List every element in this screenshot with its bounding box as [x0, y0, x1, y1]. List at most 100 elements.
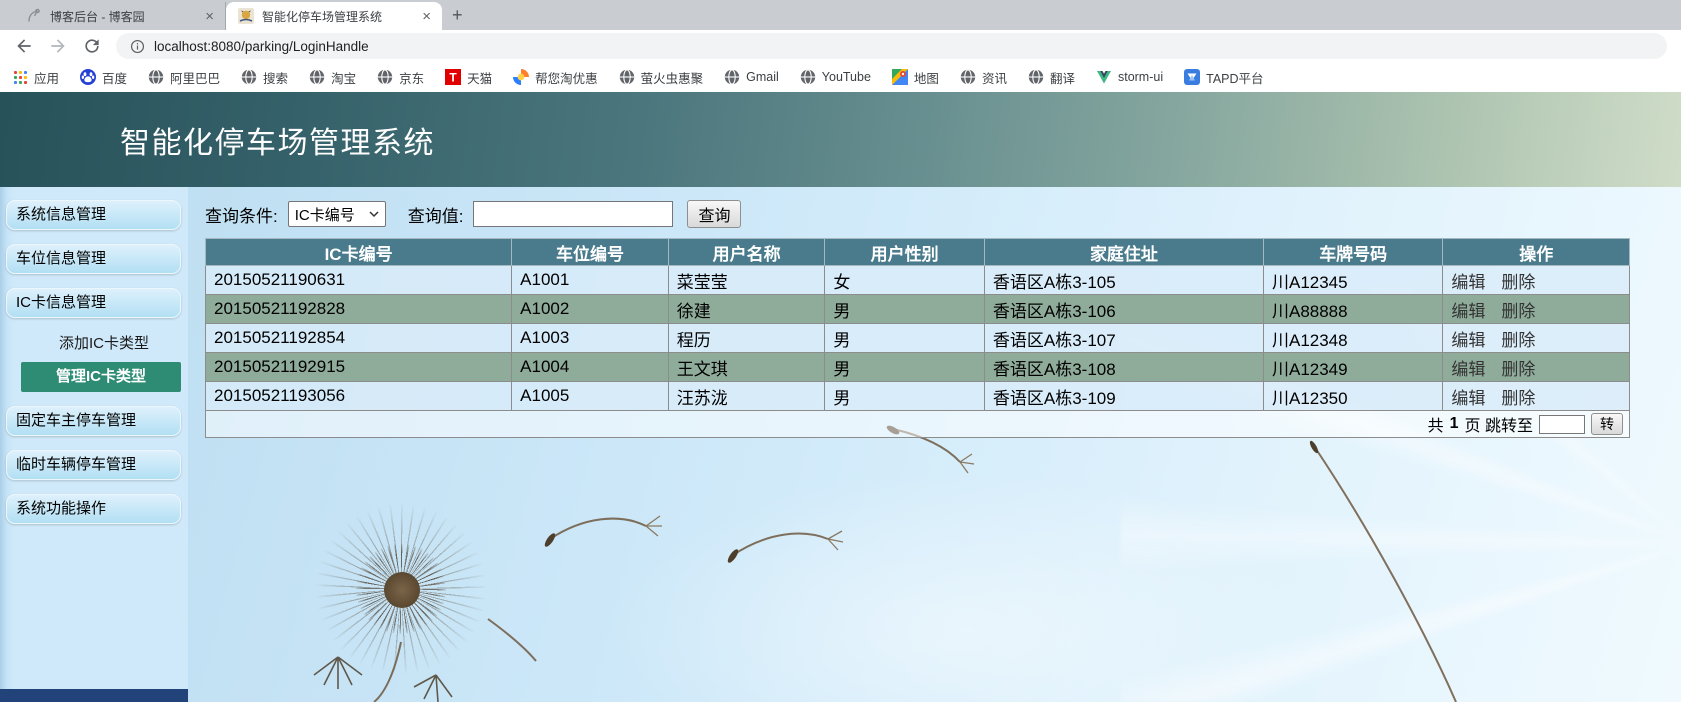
sidebar-item-5[interactable]: 管理IC卡类型	[21, 362, 181, 392]
sidebar-item-3[interactable]: IC卡信息管理	[6, 288, 181, 318]
cell-gender: 男	[824, 381, 985, 411]
sidebar-item-2[interactable]: 车位信息管理	[6, 244, 181, 274]
cell-ic-card: 20150521190631	[204, 265, 513, 295]
page-jump-input[interactable]	[1539, 414, 1585, 434]
globe-icon	[1028, 69, 1044, 85]
bookmark-item[interactable]: T 天猫	[445, 68, 492, 87]
sidebar-item-1[interactable]: 系统信息管理	[6, 200, 181, 230]
column-header-gender: 用户性别	[824, 238, 985, 266]
bookmark-item[interactable]: 京东	[377, 68, 424, 87]
cell-gender: 男	[824, 294, 985, 324]
bookmark-item[interactable]: YouTube	[800, 69, 871, 85]
cell-plate: 川A12350	[1262, 381, 1444, 411]
delete-link[interactable]: 删除	[1501, 273, 1535, 292]
page-count: 1	[1449, 415, 1459, 432]
search-button[interactable]: 查询	[687, 200, 742, 228]
bookmark-item[interactable]: Gmail	[724, 69, 779, 85]
info-icon[interactable]	[130, 39, 145, 54]
sidebar-item-8[interactable]: 系统功能操作	[6, 494, 181, 524]
cell-address: 香语区A栋3-108	[983, 352, 1264, 382]
baidu-icon	[80, 69, 97, 85]
bookmark-item[interactable]: storm-ui	[1096, 69, 1163, 85]
cell-user: 菜莹莹	[667, 265, 826, 295]
delete-link[interactable]: 删除	[1501, 389, 1535, 408]
bookmark-label: 帮您淘优惠	[535, 71, 598, 86]
page-content: 系统信息管理 车位信息管理 IC卡信息管理添加IC卡类型管理IC卡类型固定车主停车管…	[0, 187, 1681, 702]
bookmark-item[interactable]: 阿里巴巴	[148, 68, 220, 87]
forward-icon[interactable]	[48, 36, 68, 56]
globe-icon	[148, 69, 164, 85]
bookmark-item[interactable]: 百度	[80, 68, 127, 87]
bookmark-item[interactable]: 搜索	[241, 68, 288, 87]
vue-icon	[1096, 69, 1112, 85]
bookmark-label: 天猫	[467, 71, 493, 86]
back-icon[interactable]	[14, 36, 34, 56]
query-value-input[interactable]	[473, 201, 674, 227]
bookmark-item[interactable]: TAPD平台	[1184, 68, 1264, 87]
query-condition-select[interactable]: IC卡编号	[287, 201, 386, 227]
table-row: 20150521193056 A1005 汪苏泷男香语区A栋3-109 川A12350…	[204, 381, 1630, 411]
bookmark-label: 阿里巴巴	[170, 71, 221, 86]
page-title: 智能化停车场管理系统	[120, 126, 435, 160]
globe-icon	[241, 69, 257, 85]
reload-icon[interactable]	[82, 36, 102, 56]
globe-icon	[377, 69, 393, 85]
delete-link[interactable]: 删除	[1501, 302, 1535, 321]
chevron-down-icon	[369, 210, 379, 217]
url-text: localhost:8080/parking/LoginHandle	[154, 38, 369, 54]
bookmark-label: 百度	[102, 71, 128, 86]
edit-link[interactable]: 编辑	[1451, 302, 1485, 321]
bookmark-item[interactable]: 帮您淘优惠	[513, 68, 598, 87]
cell-space: A1004	[511, 352, 669, 382]
table-header-row: IC卡编号 车位编号 用户名称 用户性别 家庭住址 车牌号码 操作	[204, 238, 1630, 266]
bookmark-label: TAPD平台	[1206, 71, 1264, 86]
pagination-suffix: 页 跳转至	[1464, 418, 1533, 435]
delete-link[interactable]: 删除	[1501, 331, 1535, 350]
new-tab-button[interactable]: +	[452, 6, 463, 24]
cell-ic-card: 20150521193056	[204, 381, 513, 411]
edit-link[interactable]: 编辑	[1451, 273, 1485, 292]
cell-actions: 编辑 删除	[1442, 323, 1630, 353]
globe-icon	[309, 69, 325, 85]
edit-link[interactable]: 编辑	[1451, 360, 1485, 379]
bookmark-label: 搜索	[263, 71, 289, 86]
cell-ic-card: 20150521192854	[204, 323, 513, 353]
bookmark-item[interactable]: 淘宝	[309, 68, 356, 87]
bookmark-item[interactable]: 萤火虫惠聚	[619, 68, 703, 87]
tomcat-icon	[238, 8, 254, 24]
sidebar-item-6[interactable]: 固定车主停车管理	[6, 406, 181, 436]
bookmark-item[interactable]: 翻译	[1028, 68, 1075, 87]
globe-icon	[619, 69, 635, 85]
cell-user: 程历	[667, 323, 826, 353]
bookmark-item[interactable]: 地图	[891, 68, 939, 87]
edit-link[interactable]: 编辑	[1451, 331, 1485, 350]
column-header-plate: 车牌号码	[1262, 238, 1444, 266]
table-row: 20150521190631 A1001 菜莹莹女香语区A栋3-105 川A12345…	[204, 265, 1630, 295]
tmall-icon: T	[445, 69, 462, 85]
column-header-user: 用户名称	[667, 238, 826, 266]
sidebar-item-7[interactable]: 临时车辆停车管理	[6, 450, 181, 480]
close-icon[interactable]: ×	[202, 9, 217, 24]
main-area: 查询条件: IC卡编号 查询值: 查询 IC卡编号 车位编号 用户名称 用户性别	[188, 187, 1681, 702]
tab-parking-system[interactable]: 智能化停车场管理系统 ×	[226, 2, 442, 30]
tab-blog-admin[interactable]: 博客后台 - 博客园 ×	[14, 2, 226, 30]
column-header-actions: 操作	[1442, 238, 1630, 266]
bookmark-label: storm-ui	[1117, 70, 1164, 84]
swirl-icon	[513, 69, 530, 85]
sidebar-item-4[interactable]: 添加IC卡类型	[0, 332, 188, 353]
edit-link[interactable]: 编辑	[1451, 389, 1485, 408]
column-header-ic-card: IC卡编号	[204, 238, 513, 266]
browser-tab-bar: 博客后台 - 博客园 × 智能化停车场管理系统 × +	[0, 0, 1681, 30]
bookmark-label: YouTube	[821, 70, 871, 84]
bookmark-label: 淘宝	[331, 71, 357, 86]
address-bar[interactable]: localhost:8080/parking/LoginHandle	[116, 33, 1667, 59]
cell-user: 徐建	[667, 294, 826, 324]
bookmark-label: 应用	[34, 71, 60, 86]
sidebar: 系统信息管理 车位信息管理 IC卡信息管理添加IC卡类型管理IC卡类型固定车主停车管…	[0, 187, 188, 702]
close-icon[interactable]: ×	[419, 9, 434, 24]
cell-address: 香语区A栋3-107	[983, 323, 1264, 353]
bookmark-item[interactable]: 资讯	[960, 68, 1007, 87]
delete-link[interactable]: 删除	[1501, 360, 1535, 379]
page-go-button[interactable]: 转	[1591, 413, 1623, 435]
bookmark-item[interactable]: 应用	[12, 68, 59, 87]
